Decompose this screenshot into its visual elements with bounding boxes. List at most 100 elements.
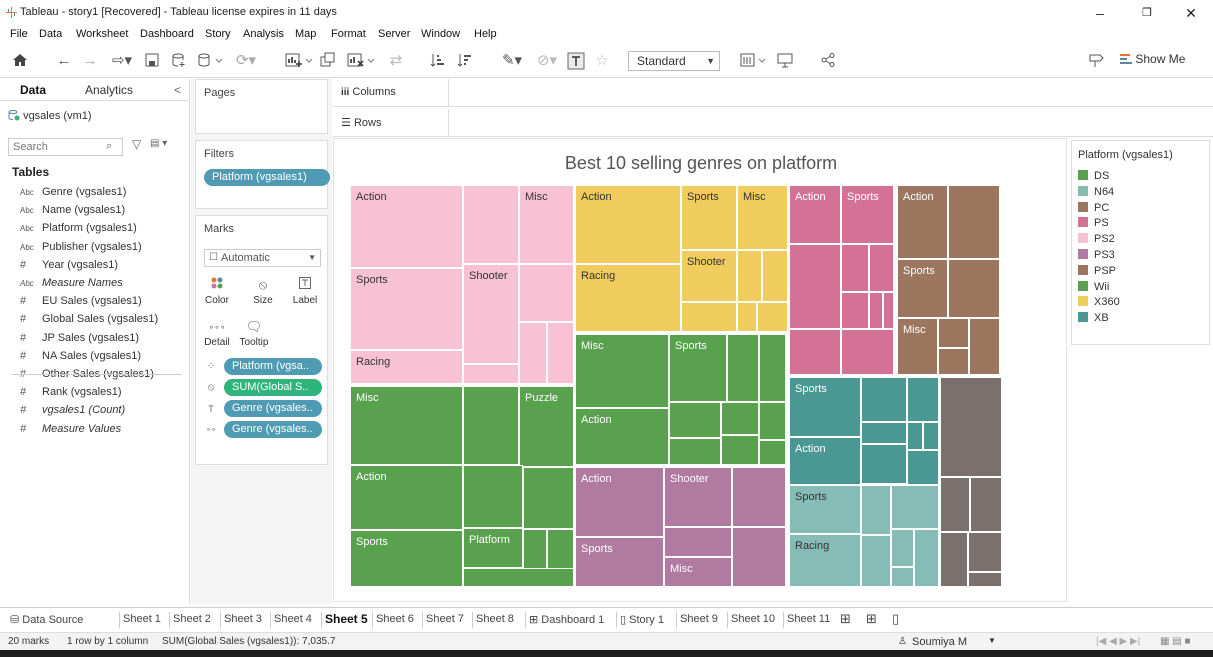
menu-map[interactable]: Map (295, 28, 316, 40)
field-item[interactable]: Abc Platform (vgsales1) (20, 222, 137, 238)
mark-type-select[interactable]: ☐ Automatic ▼ (204, 249, 321, 267)
treemap-cell-n64[interactable]: Racing (789, 534, 861, 587)
treemap-cell-ps[interactable] (841, 244, 869, 292)
treemap-cell-xb[interactable]: Action (789, 437, 861, 485)
treemap-cell-grey[interactable] (968, 532, 1002, 572)
legend-item[interactable]: Wii (1078, 280, 1109, 295)
field-item[interactable]: # NA Sales (vgsales1) (20, 350, 141, 366)
treemap-cell-x360[interactable] (737, 250, 762, 302)
treemap-cell-grey[interactable] (940, 477, 970, 532)
treemap-cell-xb[interactable] (907, 377, 939, 422)
show-labels-icon[interactable] (567, 52, 585, 70)
datasource-item[interactable]: vgsales (vm1) (8, 109, 92, 122)
group-icon[interactable]: ⊘▾ (532, 52, 562, 70)
treemap-cell-n64[interactable] (861, 485, 891, 535)
size-button[interactable]: ⦸ Size (248, 274, 278, 312)
treemap-cell-ps2[interactable] (547, 322, 574, 384)
field-item[interactable]: # JP Sales (vgsales1) (20, 332, 139, 348)
treemap-cell-ds[interactable]: Action (575, 408, 669, 465)
treemap-cell-ds[interactable] (669, 402, 721, 438)
treemap-cell-ps[interactable]: Action (789, 185, 841, 244)
treemap-cell-xb[interactable]: Sports (789, 377, 861, 437)
treemap-cell-n64[interactable] (914, 529, 939, 587)
minimize-button[interactable]: – (1083, 2, 1117, 24)
new-worksheet-tab-icon[interactable]: ⊞ (840, 611, 851, 627)
legend-item[interactable]: DS (1078, 170, 1109, 184)
sheet-tab[interactable]: Sheet 3 (224, 613, 262, 625)
legend-item[interactable]: XB (1078, 312, 1109, 326)
redo-icon[interactable]: → (82, 52, 98, 70)
field-item[interactable]: # Global Sales (vgsales1) (20, 313, 158, 329)
treemap-cell-ps2[interactable]: Shooter (463, 264, 519, 364)
treemap-cell-ps[interactable] (789, 329, 841, 375)
field-item[interactable]: # Rank (vgsales1) (20, 386, 121, 402)
treemap-cell-ps2[interactable]: Racing (350, 350, 463, 384)
replay-icon[interactable]: ⇨▾ (108, 52, 136, 70)
legend-item[interactable]: PS3 (1078, 249, 1115, 263)
treemap-cell-wii[interactable] (463, 465, 523, 528)
treemap-cell-xb[interactable] (923, 422, 939, 450)
treemap-cell-x360[interactable]: Misc (737, 185, 788, 250)
menu-help[interactable]: Help (474, 28, 497, 40)
menu-format[interactable]: Format (331, 28, 366, 40)
treemap-cell-xb[interactable] (861, 444, 907, 484)
field-item[interactable]: Abc Measure Names (20, 277, 123, 293)
treemap-cell-ds[interactable] (721, 402, 759, 435)
menu-window[interactable]: Window (421, 28, 460, 40)
mark-pill-genre-detail[interactable]: Genre (vgsales.. (224, 421, 322, 438)
sheet-tab[interactable]: Sheet 5 (325, 612, 368, 626)
treemap-cell-ps2[interactable] (463, 185, 519, 264)
treemap-cell-x360[interactable] (681, 302, 737, 332)
treemap-cell-wii[interactable]: Misc (350, 386, 463, 465)
treemap-cell-ps[interactable] (789, 244, 841, 329)
mark-pill-sum-global-sales[interactable]: SUM(Global S.. (224, 379, 322, 396)
new-worksheet-icon[interactable] (285, 52, 315, 70)
treemap-cell-wii[interactable]: Platform (463, 528, 523, 568)
treemap-cell-ds[interactable] (669, 438, 721, 465)
field-item[interactable]: # Measure Values (20, 423, 121, 439)
sheet-tab[interactable]: ⛁ Data Source (10, 613, 83, 626)
treemap-cell-n64[interactable] (891, 485, 939, 529)
view-options-icon[interactable]: ▤ ▾ (150, 138, 167, 149)
treemap-cell-wii[interactable] (463, 568, 574, 587)
treemap-cell-x360[interactable]: Sports (681, 185, 737, 250)
legend-item[interactable]: X360 (1078, 296, 1120, 310)
menu-file[interactable]: File (10, 28, 28, 40)
treemap-cell-ds[interactable]: Misc (575, 334, 669, 408)
treemap-cell-x360[interactable] (757, 302, 788, 332)
treemap-cell-x360[interactable]: Action (575, 185, 681, 264)
sheet-tab[interactable]: ⊞ Dashboard 1 (529, 613, 604, 626)
mark-pill-platform[interactable]: Platform (vgsa.. (224, 358, 322, 375)
treemap-cell-ds[interactable] (721, 435, 759, 465)
treemap-cell-psp[interactable] (948, 259, 1000, 318)
treemap-cell-wii[interactable] (463, 386, 519, 465)
chevron-down-icon[interactable]: ▼ (988, 636, 996, 645)
sheet-tab[interactable]: Sheet 6 (376, 613, 414, 625)
treemap-cell-ps3[interactable]: Sports (575, 537, 664, 587)
menu-story[interactable]: Story (205, 28, 231, 40)
sheet-tab[interactable]: Sheet 2 (173, 613, 211, 625)
home-icon[interactable] (12, 52, 28, 70)
field-item[interactable]: Abc Name (vgsales1) (20, 204, 125, 220)
maximize-button[interactable]: ❐ (1130, 2, 1164, 24)
treemap-cell-ps[interactable] (841, 329, 894, 375)
detail-button[interactable]: ∘∘∘ Detail (202, 316, 232, 354)
sheet-tab[interactable]: Sheet 4 (274, 613, 312, 625)
treemap-cell-psp[interactable]: Misc (897, 318, 938, 375)
legend-item[interactable]: N64 (1078, 185, 1114, 200)
field-item[interactable]: # Year (vgsales1) (20, 259, 118, 275)
menu-server[interactable]: Server (378, 28, 410, 40)
filter-pill-platform[interactable]: Platform (vgsales1) (204, 169, 330, 186)
treemap-cell-ps3[interactable]: Action (575, 467, 664, 537)
treemap-cell-x360[interactable]: Racing (575, 264, 681, 332)
show-me-button[interactable]: Show Me (1120, 52, 1185, 66)
treemap-cell-wii[interactable]: Action (350, 465, 463, 530)
treemap-cell-ds[interactable] (759, 334, 786, 402)
treemap-cell-x360[interactable] (737, 302, 757, 332)
legend-item[interactable]: PSP (1078, 264, 1116, 279)
menu-dashboard[interactable]: Dashboard (140, 28, 194, 40)
treemap-cell-ps2[interactable] (463, 364, 519, 384)
treemap-cell-ds[interactable] (727, 334, 759, 402)
treemap-cell-n64[interactable] (891, 529, 914, 567)
save-icon[interactable] (145, 52, 161, 70)
